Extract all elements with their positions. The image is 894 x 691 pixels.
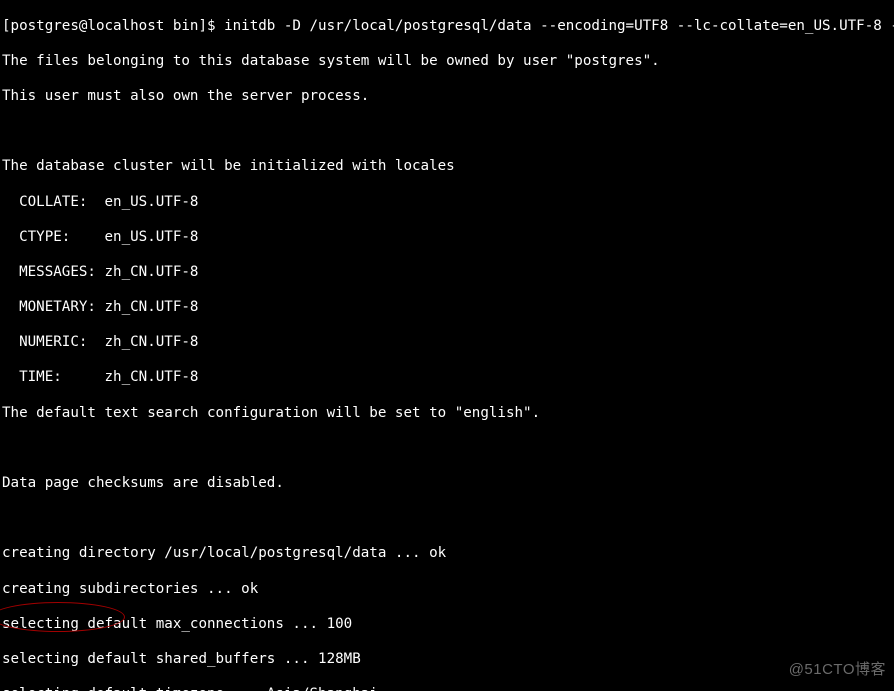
output-cluster-line: The database cluster will be initialized…: [2, 158, 892, 176]
locale-messages: MESSAGES: zh_CN.UTF-8: [2, 264, 892, 282]
output-checksums: Data page checksums are disabled.: [2, 475, 892, 493]
blank-line: [2, 123, 892, 141]
step-create-subdir: creating subdirectories ... ok: [2, 581, 892, 599]
output-tsconfig: The default text search configuration wi…: [2, 405, 892, 423]
blank-line: [2, 510, 892, 528]
shell-prompt: [postgres@localhost bin]$: [2, 18, 224, 34]
locale-ctype: CTYPE: en_US.UTF-8: [2, 229, 892, 247]
locale-collate: COLLATE: en_US.UTF-8: [2, 194, 892, 212]
terminal-window[interactable]: [postgres@localhost bin]$ initdb -D /usr…: [0, 0, 894, 691]
step-sharedbuf: selecting default shared_buffers ... 128…: [2, 651, 892, 669]
locale-numeric: NUMERIC: zh_CN.UTF-8: [2, 334, 892, 352]
step-timezone: selecting default timezone ... Asia/Shan…: [2, 686, 892, 691]
output-own-server: This user must also own the server proce…: [2, 88, 892, 106]
output-owned: The files belonging to this database sys…: [2, 53, 892, 71]
step-maxconn: selecting default max_connections ... 10…: [2, 616, 892, 634]
entered-command: initdb -D /usr/local/postgresql/data --e…: [224, 18, 894, 34]
locale-monetary: MONETARY: zh_CN.UTF-8: [2, 299, 892, 317]
step-create-dir: creating directory /usr/local/postgresql…: [2, 545, 892, 563]
locale-time: TIME: zh_CN.UTF-8: [2, 369, 892, 387]
blank-line: [2, 440, 892, 458]
prompt-line-1[interactable]: [postgres@localhost bin]$ initdb -D /usr…: [2, 18, 892, 36]
